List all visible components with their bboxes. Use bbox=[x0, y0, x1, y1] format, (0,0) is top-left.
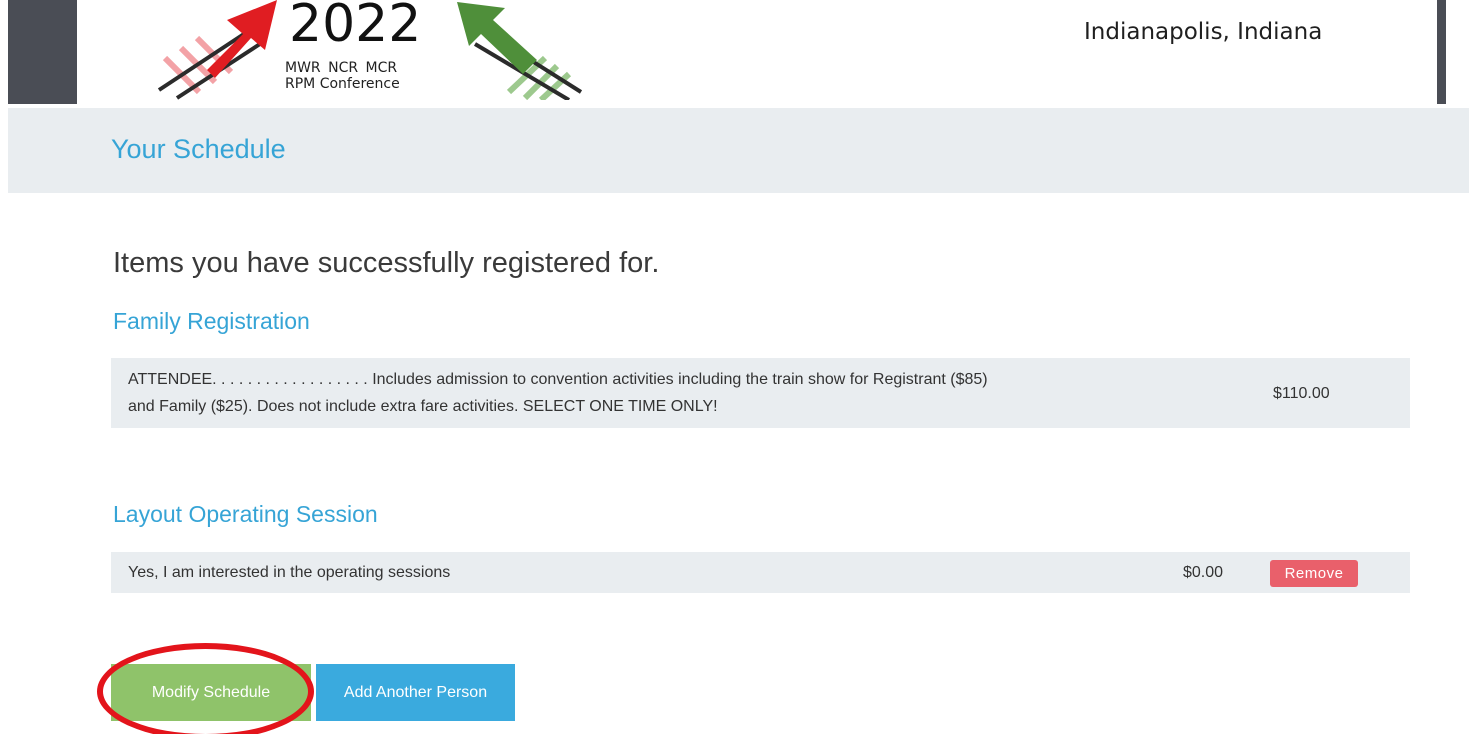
page-title: Your Schedule bbox=[111, 134, 286, 164]
green-arrow-track-icon bbox=[457, 2, 583, 100]
schedule-item-attendee: ATTENDEE. . . . . . . . . . . . . . . . … bbox=[111, 358, 1410, 428]
section-title-layout-operating-session: Layout Operating Session bbox=[113, 501, 378, 527]
remove-button[interactable]: Remove bbox=[1270, 560, 1358, 587]
item-description-line-1: ATTENDEE. . . . . . . . . . . . . . . . … bbox=[128, 371, 988, 388]
item-description: Yes, I am interested in the operating se… bbox=[128, 564, 451, 581]
banner-edge-left bbox=[8, 0, 77, 104]
registered-items-heading: Items you have successfully registered f… bbox=[113, 247, 660, 279]
conference-logo: 2022 MWR NCR MCR RPM Conference bbox=[155, 0, 585, 100]
logo-orgs: MWR NCR MCR bbox=[285, 60, 398, 76]
logo-event: RPM Conference bbox=[285, 76, 400, 92]
banner-edge-right bbox=[1437, 0, 1446, 104]
add-another-person-button[interactable]: Add Another Person bbox=[316, 664, 515, 721]
modify-schedule-button[interactable]: Modify Schedule bbox=[111, 664, 311, 721]
item-price: $110.00 bbox=[1273, 385, 1330, 402]
item-description-line-2: and Family ($25). Does not include extra… bbox=[128, 398, 718, 415]
event-location: Indianapolis, Indiana bbox=[1084, 19, 1323, 45]
title-bar: Your Schedule bbox=[8, 108, 1469, 193]
section-title-family-registration: Family Registration bbox=[113, 308, 310, 334]
header-banner: 2022 MWR NCR MCR RPM Conference Indianap… bbox=[0, 0, 1469, 108]
schedule-item-operating-session: Yes, I am interested in the operating se… bbox=[111, 552, 1410, 593]
item-price: $0.00 bbox=[1183, 564, 1224, 581]
red-arrow-track-icon bbox=[157, 0, 277, 100]
logo-year: 2022 bbox=[289, 0, 422, 54]
schedule-page: 2022 MWR NCR MCR RPM Conference Indianap… bbox=[0, 0, 1469, 734]
